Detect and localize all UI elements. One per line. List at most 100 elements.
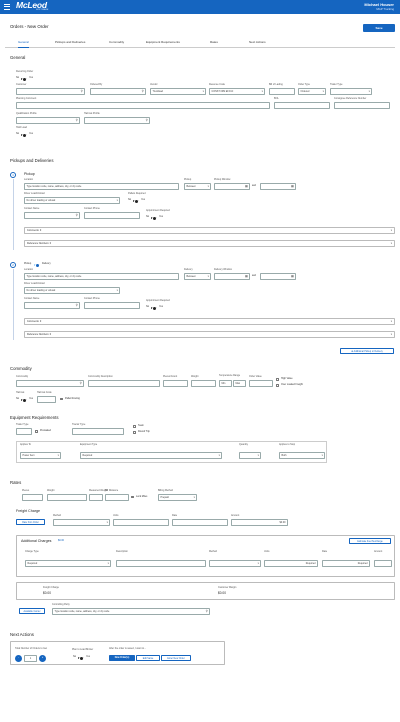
rates-measured-weight-input[interactable] [89, 494, 103, 501]
stop1-comments-panel[interactable]: Comments: 0 [24, 227, 395, 234]
tab-general[interactable]: General [18, 40, 29, 48]
eq-row-applies-select[interactable]: Power Item [20, 452, 61, 459]
stop2-location-input[interactable]: Type location code, name, address, city,… [24, 273, 179, 280]
rates-bill-distance-input[interactable] [105, 494, 129, 501]
stop1-pickup-select[interactable]: Between [184, 183, 211, 190]
tab-next-actions[interactable]: Next Actions [249, 40, 266, 44]
stop2-contact-name-input[interactable]: ⚲ [24, 302, 80, 309]
high-value-checkbox[interactable] [276, 378, 279, 381]
add-pickup-delivery-button[interactable]: ⊕ Additional Pickup or Delivery [340, 348, 394, 354]
temp-max-input[interactable]: Max [233, 380, 246, 387]
lock-miles-checkbox[interactable] [131, 495, 134, 499]
stop1-dlu-select[interactable]: No driver loading or unload [24, 197, 120, 204]
stop1-window-start[interactable]: ▦ [214, 183, 250, 190]
charge-amount-input[interactable] [374, 560, 392, 567]
tab-equipment[interactable]: Equipment Requirements [146, 40, 180, 44]
order-count-input[interactable]: 1 [24, 655, 37, 662]
charge-units-input[interactable]: Required [264, 560, 318, 567]
eq-tractor-type-input[interactable] [72, 428, 124, 435]
search-icon: ⚲ [145, 118, 148, 123]
commodity-input[interactable]: ⚲ [16, 380, 84, 387]
team-checkbox[interactable] [133, 425, 136, 428]
stop1-location-input[interactable]: Type location code, name, address, city,… [24, 183, 179, 190]
stop1-contact-phone-input[interactable] [84, 212, 140, 219]
stop2-window-end[interactable]: ▦ [260, 273, 296, 280]
controlling-party-input[interactable]: Type location code, name, address, city,… [52, 608, 210, 615]
temp-min-input[interactable]: Min [219, 380, 232, 387]
charge-description-input[interactable] [116, 560, 206, 567]
pieces-input[interactable] [163, 380, 188, 387]
ordered-by-input[interactable]: ⚲ [90, 88, 146, 95]
trailer-type-label: Trailer Type [330, 83, 343, 86]
stop1-contact-name-input[interactable]: ⚲ [24, 212, 80, 219]
stop2-reference-panel[interactable]: Reference Numbers: 0 [24, 331, 395, 338]
new-orders-button[interactable]: New Order(s) [109, 655, 135, 661]
customer-input[interactable]: ⚲ [16, 88, 85, 95]
enter-new-order-button[interactable]: Enter New Order [161, 655, 191, 661]
amount-input[interactable]: $0.00 [231, 519, 288, 526]
available-carrier-button[interactable]: Available Carrier [19, 608, 45, 614]
billing-method-select[interactable]: Prepaid [158, 494, 197, 501]
plan-load-toggle[interactable] [78, 656, 85, 661]
rate-from-order-button[interactable]: Rate from Order [16, 519, 45, 525]
charge-method-select[interactable] [209, 560, 261, 567]
decrement-button[interactable]: - [15, 655, 22, 662]
hazmat-code-input[interactable] [37, 396, 56, 403]
preloaded-checkbox[interactable] [35, 430, 38, 433]
eq-row-quantity-select[interactable] [239, 452, 261, 459]
stop-number-1: 1 [10, 172, 16, 178]
stop2-dlu-select[interactable]: No driver loading or unload [24, 287, 120, 294]
stop1-reference-panel[interactable]: Reference Numbers: 0 [24, 240, 395, 247]
stop1-pallets-toggle[interactable] [133, 199, 140, 204]
rates-pieces-input[interactable] [22, 494, 43, 501]
eq-trailer-type-input[interactable] [16, 428, 32, 435]
eq-row-type-select[interactable]: Required [80, 452, 222, 459]
stop2-appt-toggle[interactable] [151, 306, 158, 311]
qualification-profile-input[interactable]: ⚲ [16, 117, 80, 124]
trailer-type-select[interactable] [330, 88, 372, 95]
estimate-fuel-button[interactable]: Estimate Fuel Surcharge [349, 538, 391, 544]
vendor-select[interactable]: Truckload [150, 88, 206, 95]
bill-of-lading-input[interactable] [269, 88, 295, 95]
stop1-window-end[interactable]: ▦ [260, 183, 296, 190]
tab-rates[interactable]: Rates [210, 40, 218, 44]
tab-pickups-deliveries[interactable]: Pickups and Deliveries [55, 40, 85, 44]
stop2-comments-panel[interactable]: Comments: 0 [24, 318, 395, 325]
edit-same-button[interactable]: Edit Same [136, 655, 160, 661]
weight-input[interactable] [191, 380, 216, 387]
tab-commodity[interactable]: Commodity [109, 40, 124, 44]
stop1-appt-toggle[interactable] [151, 216, 158, 221]
additional-charges-total[interactable]: $0.00 [58, 539, 64, 543]
after-saved-label: After the order is saved, I want to... [109, 647, 147, 650]
stop2-delivery-select[interactable]: Between [184, 273, 211, 280]
stop2-contact-phone-input[interactable] [84, 302, 140, 309]
consignee-ref-input[interactable] [334, 102, 390, 109]
round-trip-checkbox[interactable] [133, 431, 136, 434]
charge-rate-input[interactable]: Required [322, 560, 370, 567]
order-type-select[interactable]: Ordered [298, 88, 326, 95]
increment-button[interactable]: + [39, 655, 46, 662]
over-length-checkbox[interactable] [276, 384, 279, 387]
menu-icon[interactable] [4, 4, 10, 10]
eq-row-stop-select[interactable]: Both [279, 452, 325, 459]
method-label: Method [53, 514, 61, 517]
planning-comment-input[interactable] [16, 102, 270, 109]
rates-weight-input[interactable] [47, 494, 87, 501]
pallet-routing-checkbox[interactable] [60, 397, 63, 401]
order-value-input[interactable] [249, 380, 273, 387]
stop2-type-toggle[interactable] [34, 263, 41, 268]
charge-type-select[interactable]: Required [25, 560, 111, 567]
recurring-order-toggle[interactable] [21, 77, 28, 82]
save-button[interactable]: Save [363, 23, 395, 32]
hazmat-toggle[interactable] [21, 398, 28, 403]
bol-input[interactable] [274, 102, 330, 109]
hazmat-profile-input[interactable]: ⚲ [84, 117, 150, 124]
hold-load-toggle[interactable] [21, 133, 28, 138]
revenue-code-select[interactable]: CONST 0RS EFO-N [209, 88, 265, 95]
stop2-comments-label: Comments: 0 [27, 319, 42, 323]
stop2-window-start[interactable]: ▦ [214, 273, 250, 280]
commodity-description-input[interactable] [88, 380, 160, 387]
units-input[interactable] [113, 519, 169, 526]
method-select[interactable] [53, 519, 110, 526]
rate-input[interactable] [172, 519, 228, 526]
